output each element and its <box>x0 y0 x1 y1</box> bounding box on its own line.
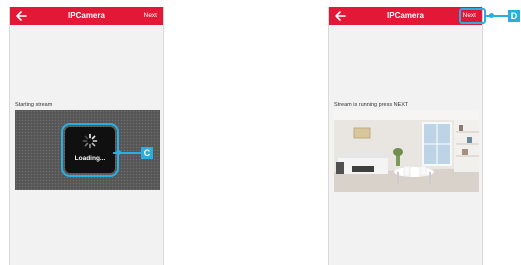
callout-d-badge: D <box>508 10 520 22</box>
app-header: IPCamera Next <box>10 7 163 25</box>
callout-c-badge: C <box>141 147 153 159</box>
status-text: Stream is running press NEXT <box>334 102 409 108</box>
loading-indicator: Loading... <box>61 123 119 177</box>
callout-c-dot <box>116 150 121 155</box>
status-text: Starting stream <box>15 102 53 108</box>
phone-screen-running: IPCamera Next Stream is running press NE… <box>328 7 483 265</box>
next-button-highlight <box>459 8 486 24</box>
loading-label: Loading... <box>74 155 106 162</box>
callout-d-dot <box>489 13 494 18</box>
next-button[interactable]: Next <box>141 9 160 23</box>
camera-stream-image <box>334 110 479 192</box>
spinner-icon <box>82 133 98 149</box>
phone-screen-starting: IPCamera Next Starting stream Loading... <box>9 7 164 265</box>
stream-view: Loading... <box>15 110 160 190</box>
